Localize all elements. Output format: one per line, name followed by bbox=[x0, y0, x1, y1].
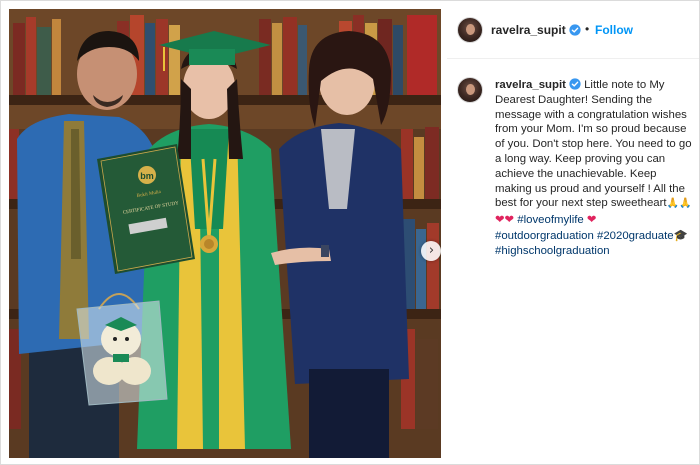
hashtag-loveofmylife[interactable]: #loveofmylife bbox=[517, 214, 583, 226]
heart-emoji: ❤ bbox=[586, 212, 597, 227]
instagram-post: bm Bukit Mulia CERTIFICATE OF STUDY › ra… bbox=[0, 0, 700, 465]
graduation-photo-illustration: bm Bukit Mulia CERTIFICATE OF STUDY bbox=[9, 9, 441, 458]
gift-bag-with-plush bbox=[76, 293, 168, 406]
avatar[interactable] bbox=[457, 17, 483, 43]
verified-badge-icon bbox=[569, 78, 581, 90]
chevron-right-icon: › bbox=[428, 243, 435, 258]
post-header: ravelra_supit • Follow bbox=[447, 1, 699, 59]
caption-avatar[interactable] bbox=[457, 77, 483, 103]
certificate-logo: bm bbox=[140, 171, 154, 181]
caption-body: Little note to My Dearest Daughter! Send… bbox=[495, 79, 692, 210]
hearts-emoji: ❤❤ bbox=[495, 212, 515, 227]
carousel-next-button[interactable]: › bbox=[421, 241, 441, 261]
post-photo[interactable]: bm Bukit Mulia CERTIFICATE OF STUDY › bbox=[9, 9, 441, 458]
graduation-cap-emoji: 🎓 bbox=[673, 227, 688, 242]
caption-username[interactable]: ravelra_supit bbox=[495, 78, 581, 91]
post-sidebar: ravelra_supit • Follow ravelra_supit Lit… bbox=[447, 1, 699, 465]
caption-username-text[interactable]: ravelra_supit bbox=[495, 79, 566, 91]
hashtag-2020graduate[interactable]: #2020graduate bbox=[597, 230, 674, 242]
praying-hands-emoji: 🙏🙏 bbox=[666, 198, 692, 210]
header-username-text[interactable]: ravelra_supit bbox=[491, 23, 566, 37]
hashtag-outdoorgraduation[interactable]: #outdoorgraduation bbox=[495, 230, 594, 242]
caption-text: ravelra_supit Little note to My Dearest … bbox=[495, 78, 695, 259]
follow-button[interactable]: Follow bbox=[595, 23, 633, 37]
hashtag-highschoolgraduation[interactable]: #highschoolgraduation bbox=[495, 245, 610, 257]
separator-dot: • bbox=[585, 22, 590, 36]
verified-badge-icon bbox=[569, 24, 581, 36]
header-username[interactable]: ravelra_supit bbox=[491, 23, 581, 37]
